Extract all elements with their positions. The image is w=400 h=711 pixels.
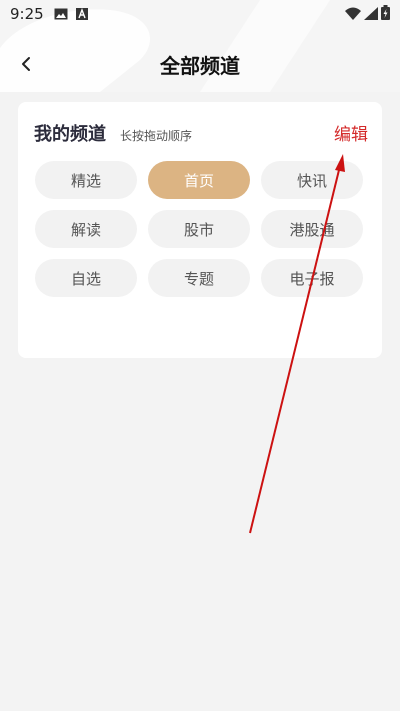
status-time: 9:25: [10, 5, 44, 23]
page-title: 全部频道: [160, 54, 240, 78]
status-bar: 9:25: [0, 0, 400, 28]
channel-chip-gushi[interactable]: 股市: [148, 210, 250, 248]
my-channels-header: 我的频道 长按拖动顺序 编辑: [34, 120, 368, 146]
text-a-icon: [75, 8, 90, 20]
wifi-icon: [345, 5, 361, 24]
channel-chip-kuaixun[interactable]: 快讯: [261, 161, 363, 199]
my-channels-title: 我的频道: [34, 124, 106, 145]
my-channels-card: 我的频道 长按拖动顺序 编辑 精选 首页 快讯 解读 股市 港股通 自选 专题 …: [18, 102, 382, 358]
drag-hint: 长按拖动顺序: [120, 129, 193, 143]
navigation-bar: 全部频道: [0, 40, 400, 86]
edit-button[interactable]: 编辑: [334, 120, 368, 145]
channel-chip-ganggutong[interactable]: 港股通: [261, 210, 363, 248]
channel-chip-jiedu[interactable]: 解读: [35, 210, 137, 248]
channel-grid: 精选 首页 快讯 解读 股市 港股通 自选 专题 电子报: [35, 161, 365, 297]
header-area: 9:25 全部频道: [0, 0, 400, 92]
channel-chip-zhuanti[interactable]: 专题: [148, 259, 250, 297]
channel-chip-jingxuan[interactable]: 精选: [35, 161, 137, 199]
signal-icon: [364, 5, 378, 24]
channel-chip-zixuan[interactable]: 自选: [35, 259, 137, 297]
image-icon: [54, 8, 68, 20]
channel-chip-dianzibao[interactable]: 电子报: [261, 259, 363, 297]
channel-chip-shouye[interactable]: 首页: [148, 161, 250, 199]
battery-icon: [381, 4, 390, 24]
